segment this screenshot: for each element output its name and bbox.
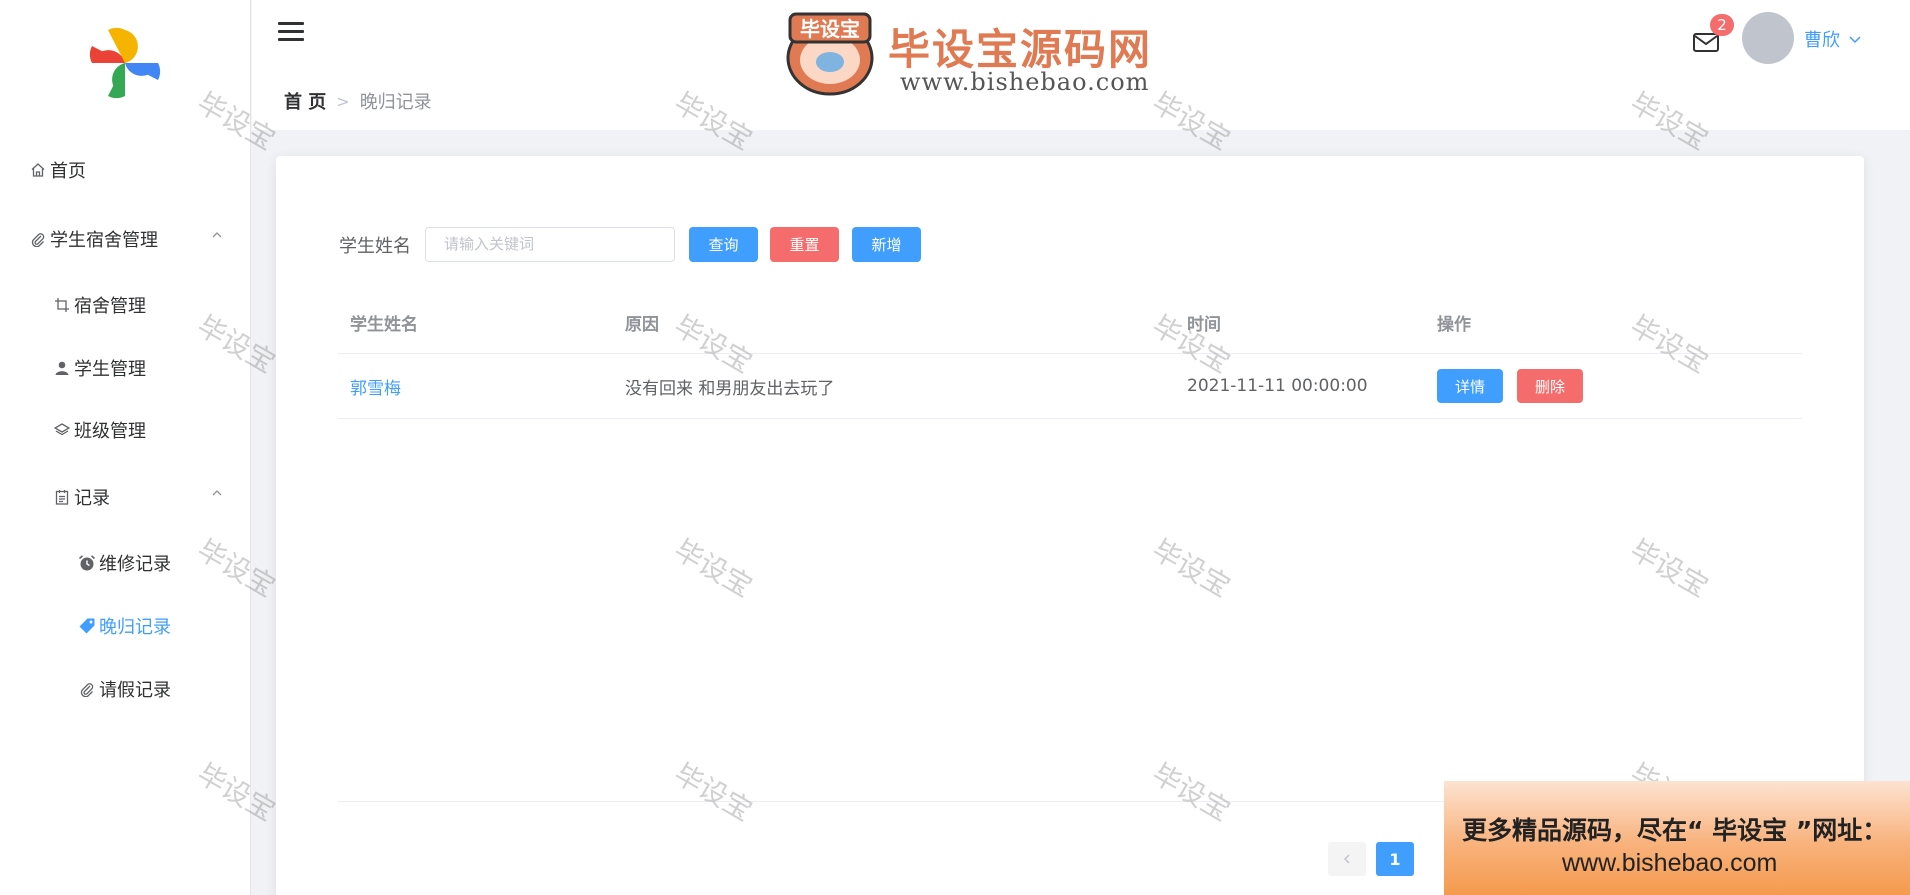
sidebar-item-leave-records[interactable]: 请假记录 [77,676,171,702]
hamburger-menu-icon[interactable] [278,22,304,44]
sidebar-item-label: 维修记录 [99,554,171,575]
records-table: 学生姓名 原因 时间 操作 郭雪梅 没有回来 和男朋友出去玩了 2021-11-… [338,292,1802,419]
sidebar-item-label: 班级管理 [74,421,146,442]
column-header: 操作 [1437,315,1471,335]
sidebar-item-label: 宿舍管理 [74,296,146,317]
prev-page-button[interactable] [1328,842,1366,876]
column-header: 时间 [1187,315,1221,335]
search-label: 学生姓名 [339,236,411,257]
logo-text: 毕设宝 [800,17,860,41]
sidebar-item-records[interactable]: 记录 [52,484,110,510]
site-watermark-logo: 毕设宝 毕设宝源码网 www.bishebao.com [780,6,1160,98]
breadcrumb-current: 晚归记录 [359,92,432,113]
sidebar-item-label: 记录 [74,488,110,509]
sidebar-item-dormitory[interactable]: 宿舍管理 [52,292,146,318]
breadcrumb: 首 页 > 晚归记录 [284,88,432,114]
student-name-link[interactable]: 郭雪梅 [350,379,401,399]
pagination: 1 [1328,842,1414,876]
sidebar-item-dorm-management[interactable]: 学生宿舍管理 [28,226,158,252]
sidebar-item-late-return-records[interactable]: 晚归记录 [77,613,171,639]
delete-button[interactable]: 删除 [1517,369,1584,403]
promo-banner: 更多精品源码，尽在“ 毕设宝 ”网址： www.bishebao.com [1444,781,1910,895]
sidebar-item-label: 晚归记录 [99,617,171,638]
sidebar-item-label: 首页 [50,161,86,182]
sidebar-item-label: 请假记录 [99,680,171,701]
paperclip-icon [77,679,97,699]
price-tag-icon [77,616,97,636]
paperclip-icon [28,229,48,249]
sidebar-item-students[interactable]: 学生管理 [52,355,146,381]
home-icon [28,160,48,180]
table-row: 郭雪梅 没有回来 和男朋友出去玩了 2021-11-11 00:00:00 详情… [338,354,1802,419]
document-icon [52,487,72,507]
crop-icon [52,295,72,315]
user-dropdown[interactable]: 曹欣 [1804,26,1862,52]
column-header: 学生姓名 [350,315,418,335]
chevron-up-icon[interactable] [210,228,224,242]
banner-text: 更多精品源码，尽在“ 毕设宝 ”网址： [1462,816,1888,845]
page-number-button[interactable]: 1 [1376,842,1414,876]
avatar[interactable] [1742,12,1794,64]
column-header: 原因 [625,315,659,335]
add-button[interactable]: 新增 [852,227,921,262]
chevron-down-icon [1849,36,1861,44]
sidebar-item-home[interactable]: 首页 [28,157,86,183]
pinwheel-logo-icon [89,27,161,99]
bishebao-logo-icon: 毕设宝 [786,12,874,96]
chevron-left-icon [1343,854,1350,864]
sidebar: 首页 学生宿舍管理 宿舍管理 学生管理 班级管理 记录 维修记录 晚归记录 请假… [0,0,251,895]
banner-url: www.bishebao.com [1562,849,1778,877]
chevron-up-icon[interactable] [210,486,224,500]
sidebar-item-classes[interactable]: 班级管理 [52,417,146,443]
username: 曹欣 [1804,30,1840,51]
sidebar-item-repair-records[interactable]: 维修记录 [77,550,171,576]
reset-button[interactable]: 重置 [770,227,839,262]
breadcrumb-home[interactable]: 首 页 [284,88,326,114]
layers-icon [52,420,72,440]
detail-button[interactable]: 详情 [1437,369,1504,403]
query-button[interactable]: 查询 [689,227,758,262]
sidebar-item-label: 学生宿舍管理 [50,230,158,251]
site-url: www.bishebao.com [900,68,1150,96]
reason-cell: 没有回来 和男朋友出去玩了 [625,378,835,399]
search-input[interactable] [425,227,675,262]
time-cell: 2021-11-11 00:00:00 [1187,376,1368,396]
user-icon [52,358,72,378]
breadcrumb-separator-icon: > [336,91,350,111]
table-header: 学生姓名 原因 时间 操作 [338,292,1802,354]
sidebar-item-label: 学生管理 [74,359,146,380]
alarm-clock-icon [77,553,97,573]
notification-badge: 2 [1710,14,1734,36]
